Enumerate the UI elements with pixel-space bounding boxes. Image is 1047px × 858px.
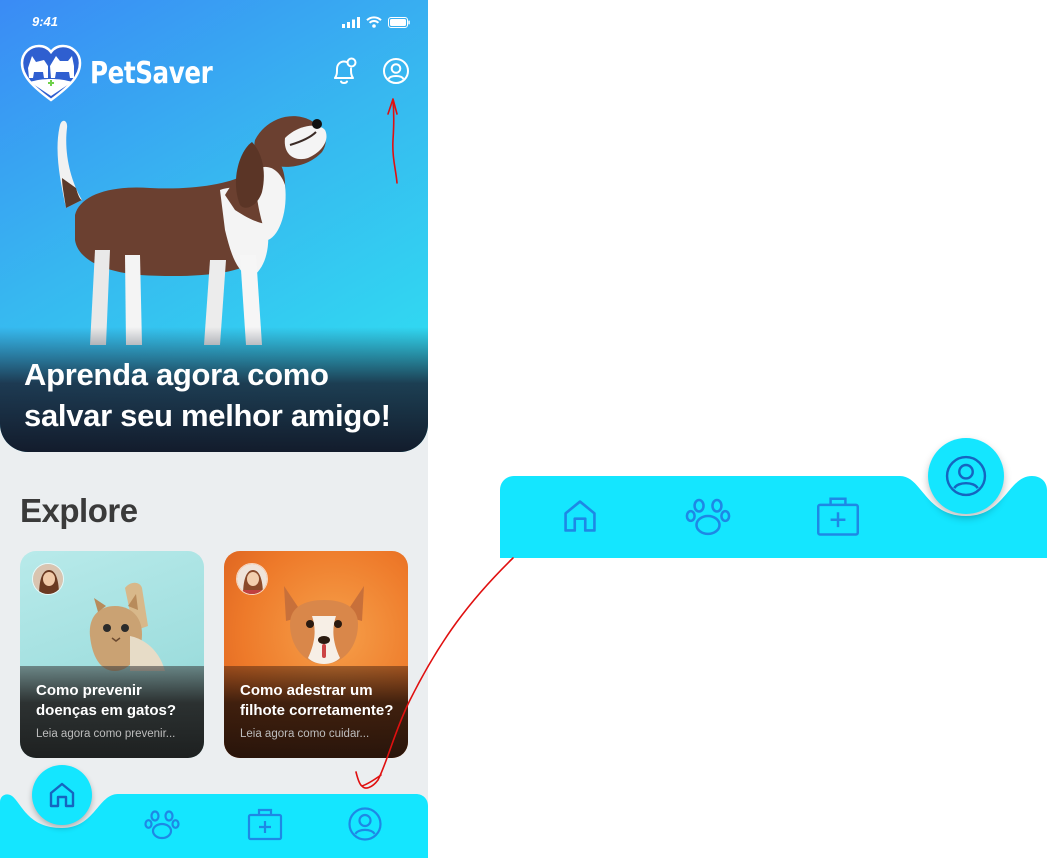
petsaver-logo-icon: [20, 44, 82, 102]
canvas: 9:41 PetSaver Aprenda agora como salvar …: [0, 0, 1047, 858]
explore-title: Explore: [20, 492, 138, 529]
status-time: 9:41: [32, 14, 59, 29]
paw-icon: [685, 498, 731, 536]
card-title: Como adestrar um filhote corretamente?: [240, 682, 394, 719]
brand: PetSaver: [20, 44, 239, 102]
profile-button[interactable]: [381, 56, 411, 86]
tab-profile[interactable]: [345, 804, 385, 844]
explore-card-puppy[interactable]: Como adestrar um filhote corretamente? L…: [224, 551, 408, 758]
zoom-tab-profile-active[interactable]: [928, 438, 1004, 514]
zoom-tab-pets[interactable]: [682, 490, 734, 542]
kitten-image: [89, 582, 165, 671]
hero-banner[interactable]: 9:41 PetSaver Aprenda agora como salvar …: [0, 0, 428, 452]
bell-icon: [334, 57, 357, 84]
notifications-button[interactable]: [329, 56, 359, 86]
author-avatar: [236, 563, 268, 595]
app-name: PetSaver: [90, 55, 213, 91]
home-icon: [564, 500, 596, 532]
signal-icon: [342, 16, 360, 28]
zoom-tab-first-aid[interactable]: [812, 490, 864, 542]
card-subtitle: Leia agora como prevenir...: [36, 728, 176, 740]
hero-title: Aprenda agora como salvar seu melhor ami…: [24, 357, 391, 433]
profile-icon: [383, 58, 409, 84]
card-subtitle: Leia agora como cuidar...: [240, 728, 370, 740]
home-icon: [49, 782, 75, 808]
tab-pets[interactable]: [142, 804, 182, 844]
puppy-image: [284, 586, 364, 664]
explore-card-cats[interactable]: Como prevenir doenças em gatos? Leia ago…: [20, 551, 204, 758]
first-aid-kit-icon: [247, 808, 283, 841]
first-aid-kit-icon: [817, 497, 859, 536]
status-bar: 9:41: [0, 10, 428, 34]
beagle-illustration: [57, 116, 327, 345]
tab-first-aid[interactable]: [245, 804, 285, 844]
profile-icon: [945, 455, 987, 497]
battery-icon: [388, 16, 410, 28]
tabbar-zoom-preview: [500, 438, 1047, 558]
status-icons: [342, 16, 410, 28]
phone-screen: 9:41 PetSaver Aprenda agora como salvar …: [0, 0, 428, 858]
paw-icon: [144, 810, 180, 840]
zoom-tab-home[interactable]: [554, 490, 606, 542]
tab-home-active[interactable]: [32, 765, 92, 825]
card-title: Como prevenir doenças em gatos?: [36, 682, 177, 719]
profile-icon: [348, 807, 382, 841]
author-avatar: [32, 563, 64, 595]
wifi-icon: [366, 16, 382, 28]
